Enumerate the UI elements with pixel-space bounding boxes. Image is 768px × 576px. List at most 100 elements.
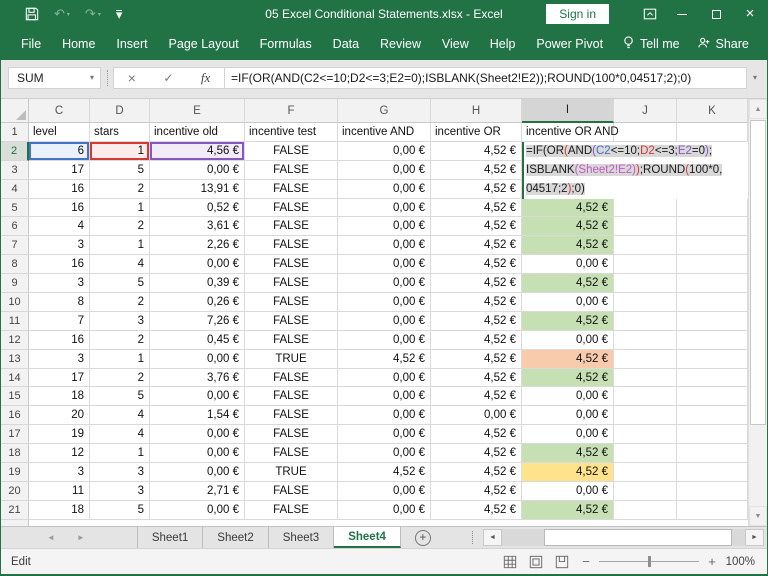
tell-me-button[interactable]: Tell me [622,35,680,53]
cell-G3[interactable]: 0,00 € [338,160,431,180]
cell-J20[interactable] [614,481,677,501]
cell-J8[interactable] [614,255,677,275]
cell-K20[interactable] [677,481,748,501]
insert-function-icon[interactable]: fx [201,70,210,86]
row-header-2[interactable]: 2 [1,141,29,161]
cell-E9[interactable]: 0,39 € [150,274,245,294]
row-header-18[interactable]: 18 [1,444,29,464]
row-header-10[interactable]: 10 [1,293,29,312]
sheet-tab-sheet2[interactable]: Sheet2 [203,527,269,548]
column-header-K[interactable]: K [677,99,748,123]
cell-H3[interactable]: 4,52 € [431,160,522,180]
cell-E21[interactable]: 0,00 € [150,500,245,520]
cell-D9[interactable]: 5 [90,274,150,294]
cell-C11[interactable]: 7 [29,311,90,331]
cell-E14[interactable]: 3,76 € [150,368,245,388]
cell-G9[interactable]: 0,00 € [338,274,431,294]
cell-E20[interactable]: 2,71 € [150,481,245,501]
cell-C18[interactable]: 12 [29,444,90,464]
cell-F6[interactable]: FALSE [245,217,338,237]
cell-E17[interactable]: 0,00 € [150,425,245,445]
cell-G2[interactable]: 0,00 € [338,141,431,161]
cell-F14[interactable]: FALSE [245,368,338,388]
cell-J9[interactable] [614,274,677,294]
row-header-8[interactable]: 8 [1,255,29,275]
customize-qat-icon[interactable]: ▾ [115,8,123,21]
cell-K19[interactable] [677,463,748,482]
save-icon[interactable] [25,7,39,21]
cell-C13[interactable]: 3 [29,349,90,369]
cell-F5[interactable]: FALSE [245,198,338,218]
cell-J1[interactable] [614,123,677,142]
cell-E1[interactable]: incentive old [150,123,245,142]
cell-D19[interactable]: 3 [90,463,150,482]
row-header-19[interactable]: 19 [1,463,29,482]
sheet-tab-sheet4[interactable]: Sheet4 [334,527,401,548]
cell-G4[interactable]: 0,00 € [338,179,431,199]
cell-F18[interactable]: FALSE [245,444,338,464]
cell-K14[interactable] [677,368,748,388]
cell-I13[interactable]: 4,52 € [522,349,614,369]
cell-J16[interactable] [614,406,677,426]
cell-I12[interactable]: 0,00 € [522,330,614,350]
cell-K6[interactable] [677,217,748,237]
zoom-slider-thumb[interactable] [648,556,651,567]
cell-G13[interactable]: 4,52 € [338,349,431,369]
cell-K9[interactable] [677,274,748,294]
column-header-G[interactable]: G [338,99,431,123]
cell-H5[interactable]: 4,52 € [431,198,522,218]
cell-K12[interactable] [677,330,748,350]
cell-J21[interactable] [614,500,677,520]
cell-K16[interactable] [677,406,748,426]
cell-D14[interactable]: 2 [90,368,150,388]
cell-G14[interactable]: 0,00 € [338,368,431,388]
cell-G5[interactable]: 0,00 € [338,198,431,218]
cell-G1[interactable]: incentive AND [338,123,431,142]
cell-D7[interactable]: 1 [90,236,150,256]
name-box-dropdown-icon[interactable]: ▾ [90,73,100,82]
cell-D21[interactable]: 5 [90,500,150,520]
cell-E10[interactable]: 0,26 € [150,293,245,312]
cell-I16[interactable]: 0,00 € [522,406,614,426]
tab-power-pivot[interactable]: Power Pivot [534,33,605,55]
row-header-11[interactable]: 11 [1,311,29,331]
cell-E15[interactable]: 0,00 € [150,387,245,407]
maximize-button[interactable] [699,0,733,28]
cell-C19[interactable]: 3 [29,463,90,482]
cell-I10[interactable]: 0,00 € [522,293,614,312]
formula-bar-handle[interactable] [101,69,113,86]
cell-D13[interactable]: 1 [90,349,150,369]
cell-J5[interactable] [614,198,677,218]
tab-insert[interactable]: Insert [114,33,149,55]
cell-J17[interactable] [614,425,677,445]
cell-I19[interactable]: 4,52 € [522,463,614,482]
sheet-tab-sheet3[interactable]: Sheet3 [269,527,335,548]
cell-K1[interactable] [677,123,748,142]
cell-D16[interactable]: 4 [90,406,150,426]
cell-F16[interactable]: FALSE [245,406,338,426]
cell-G17[interactable]: 0,00 € [338,425,431,445]
cell-G18[interactable]: 0,00 € [338,444,431,464]
cell-J13[interactable] [614,349,677,369]
zoom-slider[interactable] [599,556,699,567]
share-button[interactable]: Share [697,36,749,53]
cell-C12[interactable]: 16 [29,330,90,350]
zoom-level[interactable]: 100% [723,556,767,568]
column-header-F[interactable]: F [245,99,338,123]
cell-D2[interactable]: 1 [90,141,150,161]
previous-sheet-icon[interactable]: ◄ [47,533,55,542]
cell-F12[interactable]: FALSE [245,330,338,350]
cell-edit-overlay[interactable]: =IF(OR(AND(C2<=10;D2<=3;E2=0); ISBLANK(Sh… [522,141,748,199]
vertical-scrollbar[interactable]: ▲ ▼ [748,99,767,526]
cell-J18[interactable] [614,444,677,464]
cell-H13[interactable]: 4,52 € [431,349,522,369]
cell-E16[interactable]: 1,54 € [150,406,245,426]
tab-strip-splitter[interactable] [472,531,473,544]
cell-D5[interactable]: 1 [90,198,150,218]
cell-K5[interactable] [677,198,748,218]
row-header-14[interactable]: 14 [1,368,29,388]
row-header-12[interactable]: 12 [1,330,29,350]
cell-C8[interactable]: 16 [29,255,90,275]
cell-H21[interactable]: 4,52 € [431,500,522,520]
cell-E5[interactable]: 0,52 € [150,198,245,218]
